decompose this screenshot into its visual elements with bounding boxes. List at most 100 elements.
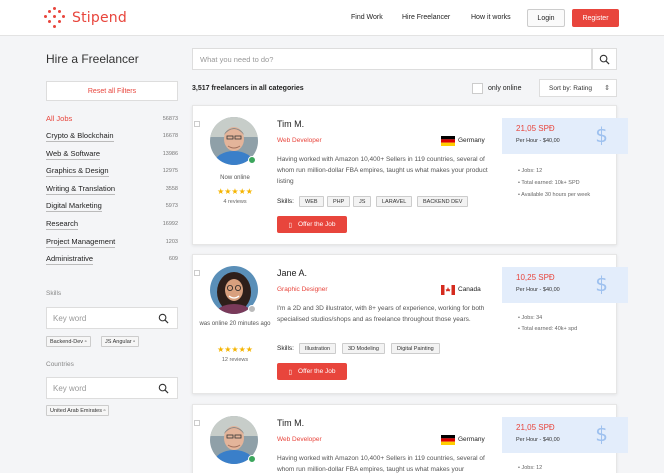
- only-online-checkbox[interactable]: [472, 83, 483, 94]
- skill-chip[interactable]: Digital Painting: [391, 343, 440, 354]
- skill-chip[interactable]: Illustration: [299, 343, 337, 354]
- skills-label: Skills:: [277, 198, 294, 205]
- online-status-dot: [248, 156, 256, 164]
- skills-placeholder: Key word: [53, 313, 87, 323]
- remove-tag-icon[interactable]: ▫: [85, 339, 87, 345]
- freelancer-role: Graphic Designer: [277, 286, 328, 293]
- only-online-label[interactable]: only online: [488, 85, 521, 92]
- brand-name: Stipend: [72, 10, 127, 26]
- country-tag[interactable]: United Arab Emirates ▫: [46, 405, 110, 416]
- category-count: 56873: [162, 116, 178, 122]
- category-item[interactable]: All Jobs 56873: [46, 113, 178, 125]
- offline-status-dot: [248, 305, 256, 313]
- nav-how-it-works[interactable]: How it works: [471, 14, 511, 21]
- price-per-hour: Per Hour - $40,00: [516, 437, 560, 443]
- country-tag-label: United Arab Emirates: [50, 407, 102, 414]
- offer-job-label: Offer the Job: [298, 368, 336, 375]
- skill-tag[interactable]: Backend-Dev ▫: [46, 336, 91, 347]
- nav-find-work[interactable]: Find Work: [351, 14, 383, 21]
- dollar-icon: $: [595, 123, 608, 147]
- countries-placeholder: Key word: [53, 383, 87, 393]
- dollar-icon: $: [595, 422, 608, 446]
- category-count: 5973: [165, 203, 178, 209]
- freelancer-name[interactable]: Tim M.: [277, 119, 304, 129]
- sort-select[interactable]: Sort by: Rating ⇕: [539, 79, 617, 97]
- category-count: 16678: [162, 133, 178, 139]
- dollar-icon: $: [595, 272, 608, 296]
- offer-job-label: Offer the Job: [298, 221, 336, 228]
- remove-tag-icon[interactable]: ▫: [133, 339, 135, 345]
- category-item[interactable]: Administrative 609: [46, 253, 178, 265]
- canada-flag-icon: [441, 285, 455, 295]
- reviews-count[interactable]: 12 reviews: [195, 357, 275, 363]
- rating-stars: ★★★★★: [217, 345, 253, 354]
- price-per-hour: Per Hour - $40,00: [516, 287, 560, 293]
- offer-job-button[interactable]: ▯ Offer the Job: [277, 363, 347, 380]
- category-count: 609: [168, 256, 178, 262]
- category-count: 12975: [162, 168, 178, 174]
- login-button[interactable]: Login: [527, 9, 565, 27]
- skill-chip[interactable]: PHP: [327, 196, 351, 207]
- category-label: Web & Software: [46, 148, 101, 160]
- category-label: Writing & Translation: [46, 183, 116, 195]
- freelancer-country: Canada: [458, 286, 481, 293]
- card-checkbox[interactable]: [194, 270, 200, 276]
- category-item[interactable]: Digital Marketing 5973: [46, 200, 178, 212]
- category-item[interactable]: Project Management 1203: [46, 236, 178, 248]
- document-icon: ▯: [288, 368, 293, 376]
- freelancer-role: Web Developer: [277, 137, 322, 144]
- skill-chip[interactable]: WEB: [299, 196, 324, 207]
- skill-chip[interactable]: BACKEND DEV: [417, 196, 469, 207]
- countries-search-input[interactable]: Key word: [46, 377, 178, 399]
- freelancer-name[interactable]: Jane A.: [277, 268, 307, 278]
- category-item[interactable]: Research 16992: [46, 218, 178, 230]
- countries-heading: Countries: [46, 361, 74, 368]
- category-item[interactable]: Writing & Translation 3558: [46, 183, 178, 195]
- skills-search-input[interactable]: Key word: [46, 307, 178, 329]
- category-label: Administrative: [46, 253, 94, 265]
- result-count: 3,517 freelancers in all categories: [192, 85, 304, 92]
- category-label: Digital Marketing: [46, 200, 102, 212]
- category-count: 3558: [165, 186, 178, 192]
- freelancer-card[interactable]: Now online ★★★★★ 4 reviews Tim M. Web De…: [192, 105, 628, 245]
- logo-dots-icon: [44, 7, 66, 29]
- freelancer-card[interactable]: was online 20 minutes ago ★★★★★ 12 revie…: [192, 254, 628, 394]
- skill-chip[interactable]: 3D Modeling: [342, 343, 385, 354]
- card-checkbox[interactable]: [194, 121, 200, 127]
- skills-heading: Skills: [46, 290, 62, 297]
- register-button[interactable]: Register: [572, 9, 619, 27]
- offer-job-button[interactable]: ▯ Offer the Job: [277, 216, 347, 233]
- nav-hire-freelancer[interactable]: Hire Freelancer: [402, 14, 450, 21]
- main-search-button[interactable]: [592, 48, 617, 70]
- freelancer-card[interactable]: Tim M. Web Developer Germany Having work…: [192, 404, 628, 473]
- freelancer-country: Germany: [458, 137, 485, 144]
- last-online-text: was online 20 minutes ago: [199, 321, 271, 327]
- search-icon[interactable]: [158, 383, 169, 394]
- freelancer-name[interactable]: Tim M.: [277, 418, 304, 428]
- top-header: Stipend Find Work Hire Freelancer How it…: [0, 0, 664, 36]
- online-status-dot: [248, 455, 256, 463]
- skill-chip[interactable]: JS: [353, 196, 372, 207]
- price-spd: 21,05 SPĐ: [516, 423, 555, 432]
- reviews-count[interactable]: 4 reviews: [195, 199, 275, 205]
- freelancer-country: Germany: [458, 436, 485, 443]
- category-item[interactable]: Graphics & Design 12975: [46, 165, 178, 177]
- brand-logo[interactable]: Stipend: [44, 7, 127, 29]
- category-item[interactable]: Crypto & Blockchain 16678: [46, 130, 178, 142]
- rating-stars: ★★★★★: [217, 187, 253, 196]
- freelancer-description: I'm a 2D and 3D illustrator, with 8+ yea…: [277, 305, 485, 323]
- category-item[interactable]: Web & Software 13986: [46, 148, 178, 160]
- card-checkbox[interactable]: [194, 420, 200, 426]
- freelancer-role: Web Developer: [277, 436, 322, 443]
- search-icon[interactable]: [158, 313, 169, 324]
- stat-jobs: • Jobs: 34: [518, 315, 543, 321]
- reset-filters-button[interactable]: Reset all Filters: [46, 81, 178, 101]
- search-icon: [599, 54, 610, 65]
- category-count: 16992: [162, 221, 178, 227]
- main-search-input[interactable]: What you need to do?: [192, 48, 592, 70]
- stat-jobs: • Jobs: 12: [518, 168, 543, 174]
- germany-flag-icon: [441, 435, 455, 445]
- skill-chip[interactable]: LARAVEL: [376, 196, 413, 207]
- skill-tag[interactable]: JS Angular ▫: [101, 336, 140, 347]
- remove-tag-icon[interactable]: ▫: [104, 408, 106, 414]
